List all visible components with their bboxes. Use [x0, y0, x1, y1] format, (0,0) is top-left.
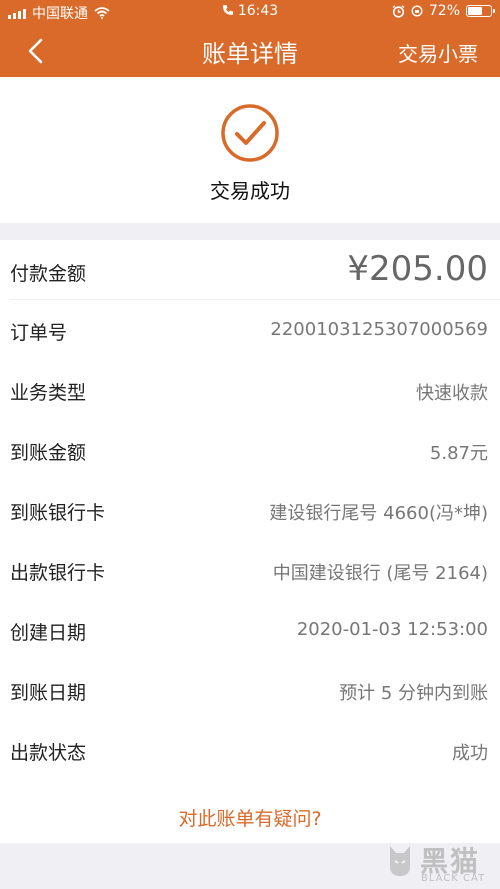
detail-value: 成功	[452, 743, 488, 764]
detail-value: 建设银行尾号 4660(冯*坤)	[269, 503, 488, 524]
detail-row-arrival-date: 到账日期 预计 5 分钟内到账	[0, 660, 500, 720]
detail-value: 快速收款	[416, 383, 488, 404]
detail-label: 出款状态	[10, 742, 87, 764]
detail-value: 预计 5 分钟内到账	[339, 683, 488, 704]
black-cat-logo-icon	[390, 846, 410, 876]
bill-question-link[interactable]: 对此账单有疑问?	[0, 804, 500, 831]
detail-row-received-amount: 到账金额 5.87元	[0, 420, 500, 480]
detail-value: 2200103125307000569	[270, 319, 488, 340]
detail-value: ¥205.00	[347, 249, 488, 289]
detail-value: 5.87元	[429, 443, 488, 464]
detail-value: 中国建设银行 (尾号 2164)	[272, 563, 488, 584]
nav-bar: 账单详情 交易小票	[0, 24, 500, 77]
detail-row-payment-amount: 付款金额 ¥205.00	[0, 240, 500, 300]
watermark-logo: 黑猫 BLACK CAT	[386, 840, 486, 886]
detail-label: 出款银行卡	[10, 562, 106, 584]
alarm-icon	[392, 4, 405, 18]
detail-label: 订单号	[10, 322, 68, 344]
detail-row-payout-status: 出款状态 成功	[0, 720, 500, 780]
detail-label: 创建日期	[10, 622, 87, 644]
orientation-lock-icon	[411, 5, 423, 17]
success-label: 交易成功	[210, 179, 290, 203]
detail-row-business-type: 业务类型 快速收款	[0, 360, 500, 420]
detail-label: 到账银行卡	[10, 502, 106, 524]
watermark-sub: BLACK CAT	[421, 873, 486, 884]
check-circle-icon	[221, 104, 279, 162]
detail-row-receiving-card: 到账银行卡 建设银行尾号 4660(冯*坤)	[0, 480, 500, 540]
detail-label: 业务类型	[10, 382, 87, 404]
battery-icon	[466, 5, 495, 17]
detail-value: 2020-01-03 12:53:00	[296, 619, 488, 640]
detail-row-paying-card: 出款银行卡 中国建设银行 (尾号 2164)	[0, 540, 500, 600]
status-right: 72%	[392, 3, 495, 19]
receipt-button[interactable]: 交易小票	[398, 38, 478, 67]
phone-icon	[222, 5, 233, 15]
detail-row-order-number: 订单号 2200103125307000569	[0, 300, 500, 360]
clock-label: 16:43	[237, 3, 279, 19]
status-bar: 中国联通 16:43 72%	[0, 0, 500, 24]
detail-label: 付款金额	[10, 263, 87, 285]
detail-label: 到账日期	[10, 682, 87, 704]
detail-row-created-date: 创建日期 2020-01-03 12:53:00	[0, 600, 500, 660]
success-panel: 交易成功	[0, 77, 500, 223]
detail-label: 到账金额	[10, 442, 87, 464]
details-card: 付款金额 ¥205.00 订单号 2200103125307000569 业务类…	[0, 240, 500, 843]
battery-percent: 72%	[428, 3, 460, 19]
